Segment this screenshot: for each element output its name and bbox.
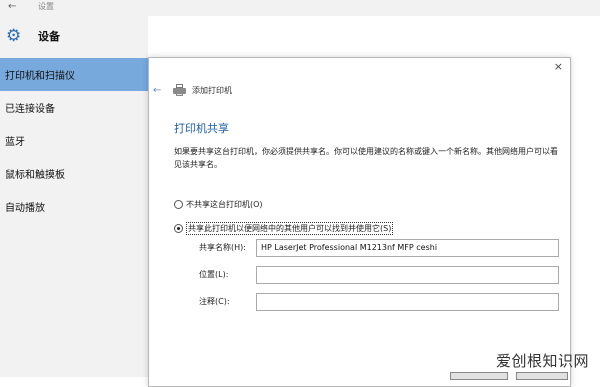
printer-icon	[173, 84, 187, 96]
radio-do-not-share[interactable]: 不共享这台打印机(O)	[174, 198, 263, 210]
share-name-label: 共享名称(H):	[199, 243, 246, 252]
sidebar-item-label: 蓝牙	[5, 137, 25, 148]
sidebar-item-mouse-touchpad[interactable]: 鼠标和触摸板	[0, 157, 148, 190]
radio-button-checked[interactable]	[174, 223, 183, 233]
dialog-description: 如果要共享这台打印机，你必须提供共享名。你可以使用建议的名称或键入一个新名称。其…	[174, 147, 558, 169]
radio-button[interactable]	[174, 199, 183, 209]
radio-label: 不共享这台打印机(O)	[186, 199, 263, 209]
radio-label: 共享此打印机以便网络中的其他用户可以找到并使用它(S)	[186, 221, 394, 235]
sidebar-nav: 打印机和扫描仪 已连接设备 蓝牙 鼠标和触摸板 自动播放	[0, 58, 148, 223]
sidebar-item-printers-scanners[interactable]: 打印机和扫描仪	[0, 58, 148, 91]
close-icon[interactable]: ×	[554, 61, 563, 73]
sidebar-item-label: 打印机和扫描仪	[5, 71, 75, 82]
comment-input[interactable]	[256, 293, 559, 311]
share-name-input[interactable]: HP LaserJet Professional M1213nf MFP ces…	[256, 239, 559, 257]
gear-icon: ⚙	[6, 26, 22, 46]
app-header: ⚙ 设备	[6, 26, 60, 46]
dialog-heading: 打印机共享	[174, 122, 229, 135]
back-arrow-icon[interactable]: ←	[153, 85, 167, 96]
window-title: 设置	[38, 2, 54, 11]
location-input[interactable]	[256, 266, 559, 284]
sidebar-item-autoplay[interactable]: 自动播放	[0, 190, 148, 223]
sidebar-item-label: 鼠标和触摸板	[5, 170, 65, 181]
dialog-nav: ← 添加打印机	[153, 82, 232, 98]
cancel-button[interactable]	[516, 372, 568, 380]
sidebar: ⚙ 设备 打印机和扫描仪 已连接设备 蓝牙 鼠标和触摸板 自动播放	[0, 16, 148, 377]
sidebar-item-label: 已连接设备	[5, 104, 55, 115]
main-content-area	[148, 16, 600, 58]
sidebar-item-connected-devices[interactable]: 已连接设备	[0, 91, 148, 124]
next-button[interactable]	[450, 372, 508, 380]
radio-share-printer[interactable]: 共享此打印机以便网络中的其他用户可以找到并使用它(S)	[174, 221, 394, 235]
title-bar: ← 设置	[0, 0, 600, 16]
breadcrumb: 添加打印机	[192, 85, 232, 95]
app-name: 设备	[38, 30, 60, 43]
watermark: 爱创根知识网	[496, 352, 590, 370]
comment-label: 注释(C):	[199, 297, 230, 306]
sidebar-item-label: 自动播放	[5, 203, 45, 214]
sidebar-item-bluetooth[interactable]: 蓝牙	[0, 124, 148, 157]
add-printer-dialog: × ← 添加打印机 打印机共享 如果要共享这台打印机，你必须提供共享名。你可以使…	[148, 57, 571, 387]
back-arrow-icon[interactable]: ←	[8, 0, 16, 14]
location-label: 位置(L):	[199, 270, 229, 279]
